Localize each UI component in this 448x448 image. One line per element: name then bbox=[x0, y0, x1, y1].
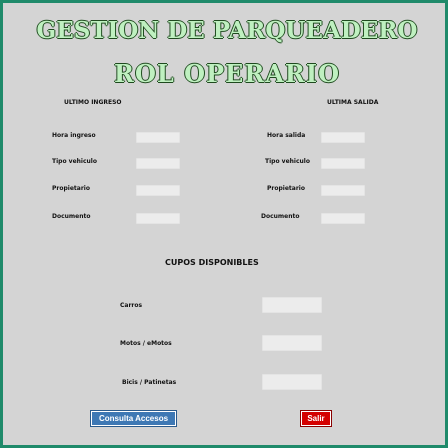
app-window: GESTION DE PARQUEADERO ROL OPERARIO ULTI… bbox=[0, 0, 448, 448]
last-entry-heading: ULTIMO INGRESO bbox=[64, 99, 122, 106]
last-exit-time-label: Hora salida bbox=[267, 132, 306, 139]
motorcycles-available-field[interactable] bbox=[262, 335, 322, 351]
last-entry-owner-field[interactable] bbox=[136, 185, 180, 196]
last-exit-vehicle-label: Tipo vehiculo bbox=[265, 158, 310, 165]
last-exit-heading: ULTIMA SALIDA bbox=[327, 99, 379, 106]
last-entry-time-field[interactable] bbox=[136, 132, 180, 143]
last-exit-owner-field[interactable] bbox=[321, 185, 365, 196]
availability-heading: CUPOS DISPONIBLES bbox=[165, 258, 259, 267]
last-entry-document-label: Documento bbox=[52, 213, 91, 220]
exit-button[interactable]: Salir bbox=[300, 410, 332, 427]
bikes-available-field[interactable] bbox=[262, 374, 322, 390]
consult-access-button[interactable]: Consulta Accesos bbox=[90, 410, 177, 427]
bikes-label: Bicis / Patinetas bbox=[122, 379, 177, 386]
last-entry-document-field[interactable] bbox=[136, 213, 180, 224]
last-entry-vehicle-field[interactable] bbox=[136, 158, 180, 169]
last-exit-time-field[interactable] bbox=[321, 132, 365, 143]
last-entry-owner-label: Propietario bbox=[52, 185, 90, 192]
motorcycles-label: Motos / eMotos bbox=[120, 340, 172, 347]
last-exit-owner-label: Propietario bbox=[267, 185, 305, 192]
last-entry-time-label: Hora ingreso bbox=[52, 132, 96, 139]
last-exit-vehicle-field[interactable] bbox=[321, 158, 365, 169]
last-entry-vehicle-label: Tipo vehiculo bbox=[52, 158, 97, 165]
cars-label: Carros bbox=[120, 302, 143, 309]
last-exit-document-label: Documento bbox=[261, 213, 300, 220]
role-subtitle: ROL OPERARIO bbox=[114, 59, 340, 88]
last-exit-document-field[interactable] bbox=[321, 213, 365, 224]
page-title: GESTION DE PARQUEADERO bbox=[36, 17, 418, 44]
cars-available-field[interactable] bbox=[262, 297, 322, 313]
